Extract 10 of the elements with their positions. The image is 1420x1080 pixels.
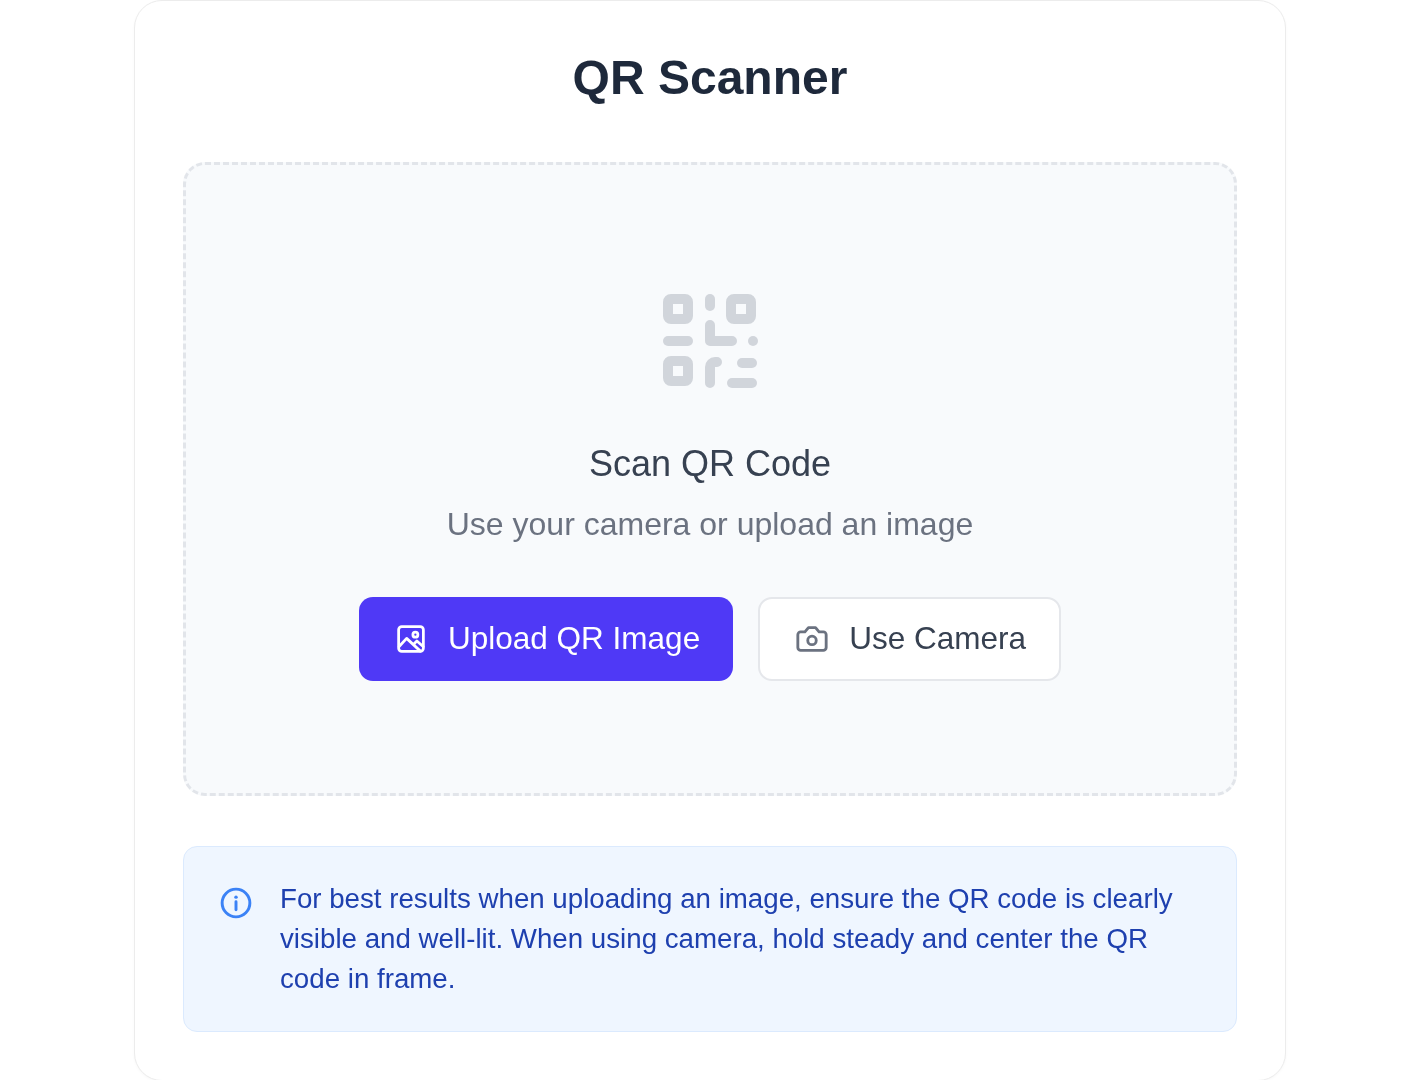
info-icon — [220, 887, 252, 920]
camera-button[interactable]: Use Camera — [758, 597, 1061, 682]
upload-button[interactable]: Upload QR Image — [359, 597, 734, 682]
drop-zone[interactable]: Scan QR Code Use your camera or upload an image Upload QR Image Use Camera — [183, 161, 1237, 797]
drop-zone-subtitle: Use your camera or upload an image — [446, 504, 974, 544]
tip-text: For best results when uploading an image, ensure the QR code is clearly visible and well-lit. When using camera, hold steady and center the QR code in frame. — [280, 882, 1174, 997]
image-icon — [396, 624, 427, 655]
drop-zone-heading: Scan QR Code — [588, 441, 832, 485]
page-title: QR Scanner — [571, 50, 849, 106]
qr-code-icon — [662, 292, 758, 389]
